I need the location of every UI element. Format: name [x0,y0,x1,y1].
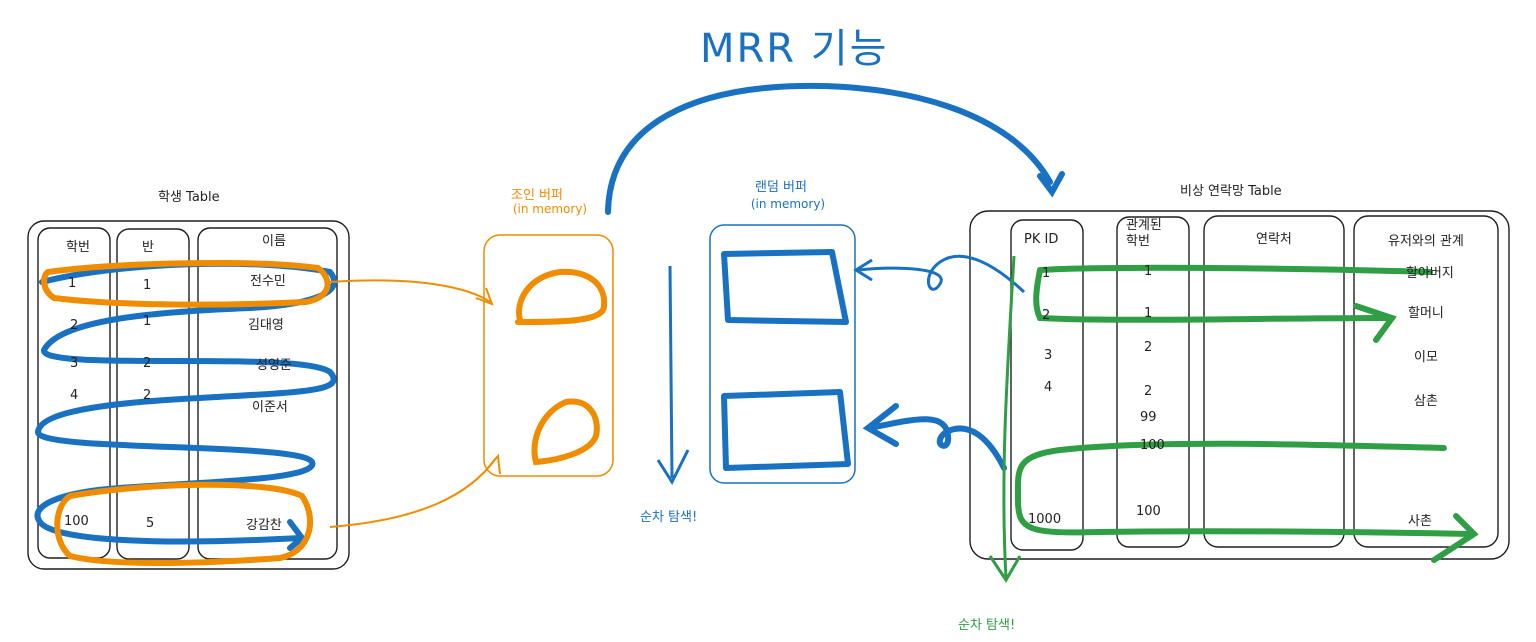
join-buffer-subtitle: (in memory) [512,202,588,216]
student-header-id: 학번 [66,240,90,255]
green-scan-label: 순차 탐색! [958,618,1016,633]
student-row-name: 이준서 [252,400,288,415]
related-id-cell: 1 [1144,264,1153,279]
emergency-table-caption: 비상 연락망 Table [1180,184,1282,199]
relation-cell: 할머니 [1408,306,1444,321]
emergency-header-relation: 유저와의 관계 [1388,234,1464,249]
student-row-id: 100 [64,514,89,529]
student-row-name: 전수민 [250,274,286,289]
student-row-name: 성영준 [256,358,292,373]
relation-cell: 사촌 [1408,514,1432,529]
student-row-name: 강감찬 [246,518,282,533]
emergency-header-related: 관계된 학번 [1126,218,1162,249]
student-row-id: 3 [70,356,79,371]
random-buffer-subtitle: (in memory) [750,197,826,211]
relation-cell: 삼촌 [1414,394,1438,409]
join-arrow-1 [329,279,491,303]
page-title: MRR 기능 [700,26,889,72]
student-header-name: 이름 [262,234,286,249]
relation-cell: 할아버지 [1406,266,1454,281]
pk-id-cell: 1000 [1028,512,1062,527]
random-buffer-slot-1 [721,249,849,325]
join-buffer-shape-1 [515,268,608,325]
sketch-canvas [27,82,1510,583]
join-buffer-shape-2 [531,398,600,466]
related-id-cell: 2 [1144,340,1153,355]
green-scan-loop-2 [1014,440,1473,537]
student-row-class: 5 [146,516,155,531]
pk-id-cell: 1 [1042,266,1051,281]
join-arrow-2 [329,457,497,528]
student-row-class: 2 [143,356,152,371]
related-id-cell: 100 [1140,438,1165,453]
mrr-arrow [605,82,1053,215]
student-row-name: 김대영 [248,318,284,333]
emergency-header-contact: 연락처 [1256,232,1292,247]
random-buffer-title: 랜덤 버퍼 [755,180,807,195]
blue-scan-label: 순차 탐색! [640,510,698,525]
related-id-cell: 100 [1136,504,1161,519]
student-row-class: 1 [143,314,152,329]
student-row-class: 1 [143,278,152,293]
pk-id-cell: 2 [1042,308,1051,323]
related-id-cell: 99 [1140,410,1157,425]
pk-id-cell: 4 [1044,380,1053,395]
related-id-cell: 2 [1144,384,1153,399]
pk-id-cell: 3 [1044,348,1053,363]
join-buffer-title: 조인 버퍼 [511,188,563,203]
emergency-header-pk: PK ID [1024,232,1059,247]
related-id-cell: 1 [1144,306,1153,321]
green-vertical-scan [1002,255,1016,579]
student-table-caption: 학생 Table [158,190,220,205]
student-row-id: 2 [70,318,79,333]
relation-cell: 이모 [1414,350,1438,365]
student-header-class: 반 [142,240,154,255]
random-buffer-slot-2 [721,389,851,471]
student-row-id: 4 [70,388,79,403]
student-row-id: 1 [68,276,77,291]
random-arrow-1 [857,254,1026,294]
blue-scan-arrow [668,265,674,479]
student-row-class: 2 [143,388,152,403]
